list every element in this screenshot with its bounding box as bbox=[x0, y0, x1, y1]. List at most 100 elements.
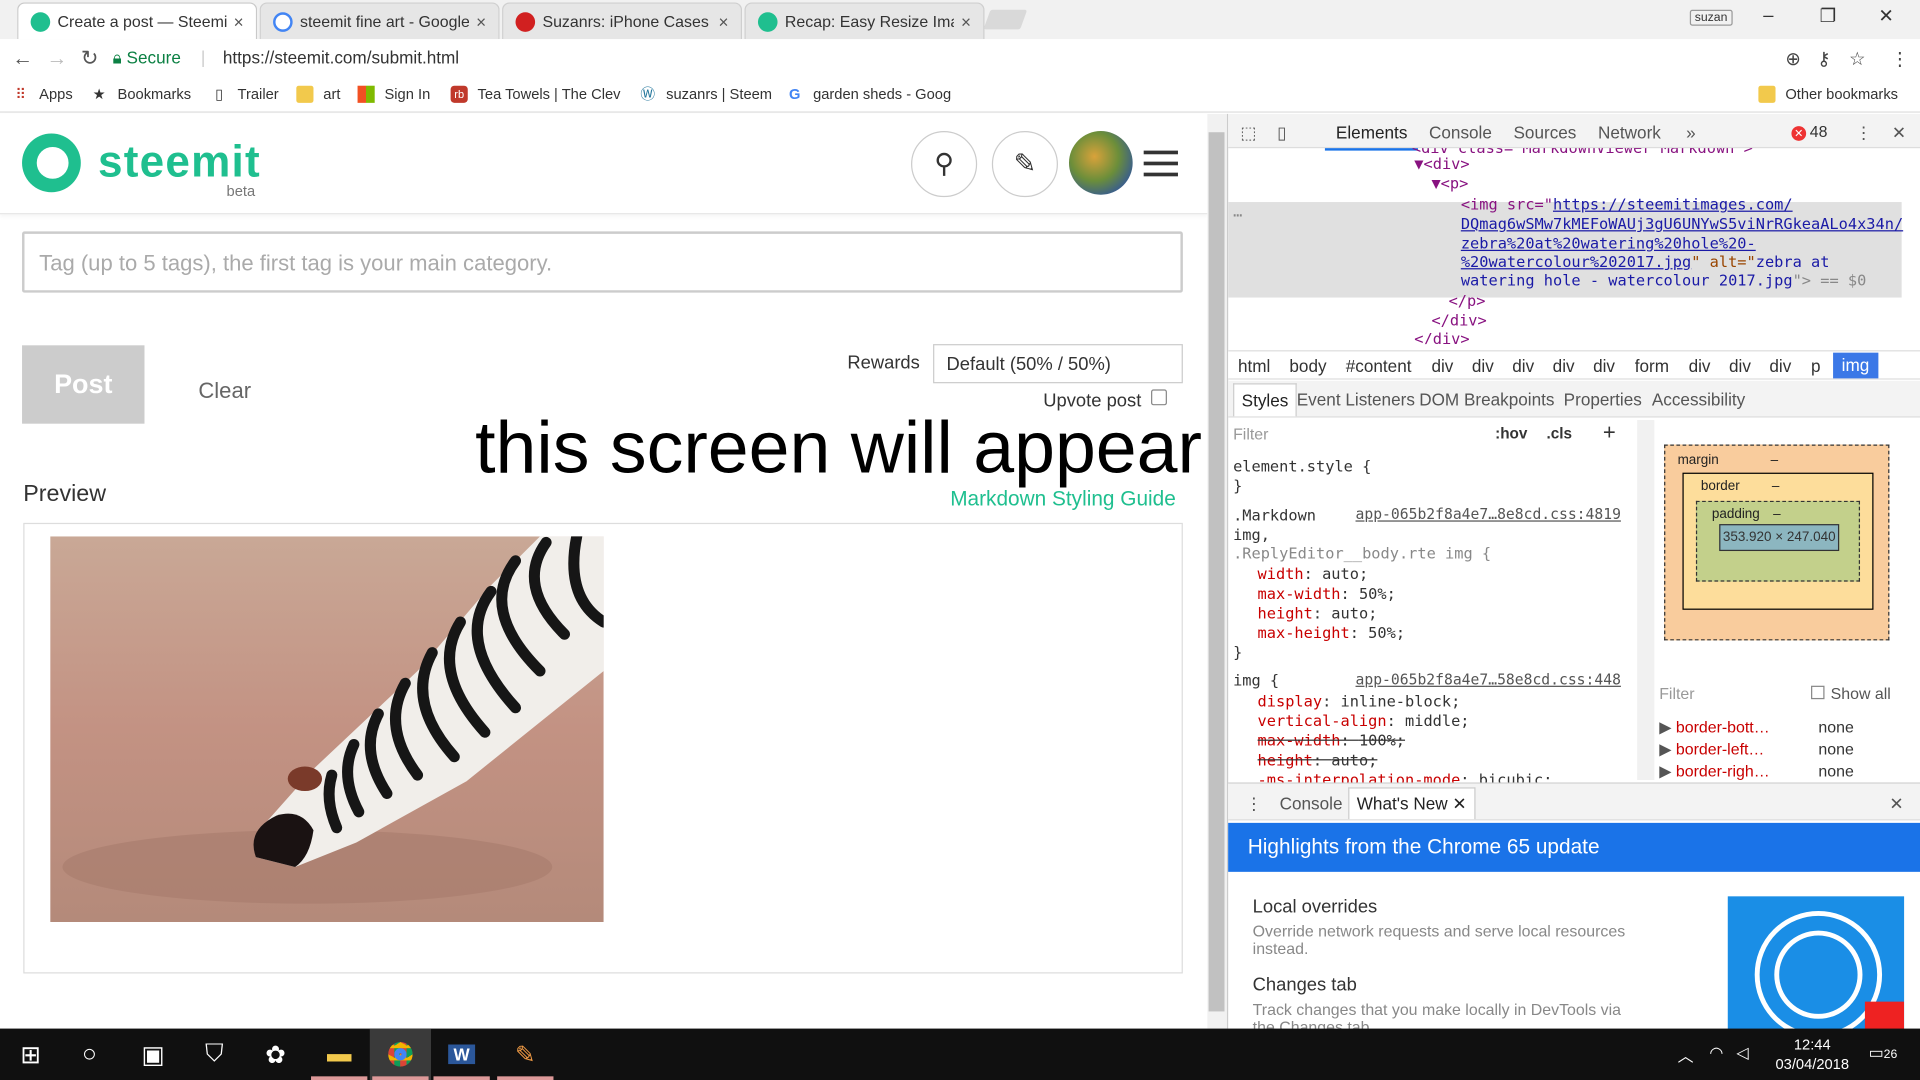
markdown-guide-link[interactable]: Markdown Styling Guide bbox=[950, 487, 1176, 511]
wifi-icon[interactable]: ◠ bbox=[1709, 1043, 1723, 1063]
tab-event-listeners[interactable]: Event Listeners bbox=[1297, 389, 1415, 409]
dom-line-img[interactable]: <img src="https://steemitimages.com/ bbox=[1461, 195, 1793, 213]
css-prop-name[interactable]: width bbox=[1258, 564, 1304, 582]
img-src-link[interactable]: %20watercolour%202017.jpg bbox=[1461, 252, 1691, 270]
back-arrow-icon[interactable]: ← bbox=[12, 47, 33, 71]
close-icon[interactable]: ✕ bbox=[1452, 793, 1466, 813]
chrome-icon[interactable] bbox=[369, 1028, 432, 1080]
tab-accessibility[interactable]: Accessibility bbox=[1652, 389, 1745, 409]
zoom-icon[interactable]: ⊕ bbox=[1785, 48, 1800, 70]
bookmark-trailer[interactable]: ▯ Trailer bbox=[211, 86, 279, 103]
omnibox[interactable]: 🔒︎ Secure | https://steemit.com/submit.h… bbox=[112, 44, 1909, 74]
computed-prop[interactable]: ▶ border-righ… none bbox=[1659, 762, 1854, 782]
tab-network[interactable]: Network bbox=[1598, 122, 1661, 142]
tab-google-search[interactable]: steemit fine art - Google × bbox=[259, 2, 500, 40]
breadcrumb-item[interactable]: body bbox=[1289, 356, 1326, 376]
tab-properties[interactable]: Properties bbox=[1564, 389, 1642, 409]
tab-recap[interactable]: Recap: Easy Resize Image × bbox=[744, 2, 985, 40]
whats-new-item-title[interactable]: Changes tab bbox=[1253, 975, 1357, 996]
tab-console[interactable]: Console bbox=[1429, 122, 1492, 142]
bookmark-tea-towels[interactable]: rb Tea Towels | The Clev bbox=[450, 85, 620, 103]
tab-close-icon[interactable]: × bbox=[961, 12, 971, 32]
clear-button[interactable]: Clear bbox=[198, 378, 251, 404]
breadcrumb-item[interactable]: form bbox=[1635, 356, 1669, 376]
computed-prop[interactable]: ▶ border-bott… none bbox=[1659, 718, 1854, 738]
css-prop-value[interactable]: auto; bbox=[1322, 564, 1368, 582]
windows-start-icon[interactable]: ⊞ bbox=[0, 1029, 61, 1080]
content-size[interactable]: 353.920 × 247.040 bbox=[1719, 524, 1840, 552]
devtools-close-icon[interactable]: ✕ bbox=[1892, 122, 1906, 143]
breadcrumb-item[interactable]: div bbox=[1689, 356, 1711, 376]
dom-line[interactable]: ▼<div> bbox=[1414, 154, 1469, 172]
dom-line[interactable]: </div> bbox=[1431, 311, 1486, 329]
styles-scrollbar[interactable] bbox=[1637, 420, 1655, 781]
bookmark-sign-in[interactable]: Sign In bbox=[357, 85, 430, 103]
profile-badge[interactable]: suzan bbox=[1689, 9, 1733, 26]
post-button[interactable]: Post bbox=[22, 345, 145, 424]
img-src-link[interactable]: zebra%20at%20watering%20hole%20- bbox=[1461, 234, 1756, 252]
tab-redbubble[interactable]: Suzanrs: iPhone Cases & × bbox=[502, 2, 743, 40]
tray-expand-icon[interactable]: ︿ bbox=[1678, 1043, 1694, 1066]
upvote-checkbox[interactable] bbox=[1151, 389, 1167, 406]
device-toolbar-icon[interactable]: ▯ bbox=[1277, 122, 1286, 143]
steemit-logo-icon[interactable] bbox=[22, 133, 81, 193]
css-prop-name[interactable]: height bbox=[1258, 751, 1313, 769]
search-button[interactable]: ⚲ bbox=[911, 131, 978, 198]
write-post-button[interactable]: ✎ bbox=[991, 131, 1058, 198]
css-prop-value[interactable]: 50%; bbox=[1359, 584, 1396, 602]
css-prop-value[interactable]: auto; bbox=[1331, 751, 1377, 769]
cls-button[interactable]: .cls bbox=[1547, 425, 1573, 442]
computed-filter-input[interactable]: Filter bbox=[1659, 684, 1694, 702]
show-all-checkbox[interactable]: Show all bbox=[1811, 684, 1891, 703]
rule-selector[interactable]: .ReplyEditor__body.rte img { bbox=[1233, 544, 1491, 562]
inspect-element-icon[interactable]: ⬚ bbox=[1240, 122, 1256, 143]
css-prop-value[interactable]: inline-block; bbox=[1341, 692, 1461, 710]
bookmark-bookmarks[interactable]: ★ Bookmarks bbox=[91, 86, 191, 103]
margin-value[interactable]: – bbox=[1771, 453, 1779, 468]
css-prop-value[interactable]: 50%; bbox=[1368, 623, 1405, 641]
error-counter[interactable]: ✕ 48 bbox=[1791, 122, 1828, 141]
page-scrollbar-thumb[interactable] bbox=[1208, 132, 1225, 1012]
breadcrumb-item[interactable]: div bbox=[1593, 356, 1615, 376]
menu-kebab-icon[interactable]: ⋮ bbox=[1891, 48, 1909, 70]
drawer-tab-console[interactable]: Console bbox=[1280, 793, 1343, 813]
css-prop-name[interactable]: max-width bbox=[1258, 731, 1341, 749]
computed-prop[interactable]: ▶ border-left… none bbox=[1659, 740, 1854, 760]
padding-value[interactable]: – bbox=[1773, 507, 1781, 522]
file-explorer-icon[interactable]: ▬ bbox=[309, 1029, 370, 1080]
breadcrumb-item[interactable]: div bbox=[1729, 356, 1751, 376]
css-prop-value[interactable]: middle; bbox=[1405, 711, 1470, 729]
bookmark-apps[interactable]: ⠿ Apps bbox=[12, 86, 72, 103]
rule-selector[interactable]: img, bbox=[1233, 525, 1270, 543]
security-shield-icon[interactable]: ⛉ bbox=[184, 1029, 245, 1080]
contacts-icon[interactable]: ▣ bbox=[122, 1029, 183, 1080]
tab-close-icon[interactable]: × bbox=[476, 12, 486, 32]
minimize-button[interactable]: – bbox=[1763, 5, 1773, 26]
bookmark-star-icon[interactable]: ☆ bbox=[1849, 48, 1865, 70]
dom-line[interactable]: </p> bbox=[1449, 291, 1486, 309]
art-app-icon[interactable]: ✎ bbox=[495, 1029, 556, 1080]
img-src-link[interactable]: https://steemitimages.com/ bbox=[1553, 195, 1793, 213]
bookmark-garden-sheds[interactable]: Ggarden sheds - Goog bbox=[786, 86, 951, 103]
tab-close-icon[interactable]: × bbox=[234, 12, 244, 32]
dom-line[interactable]: ▼<p> bbox=[1431, 174, 1468, 192]
tab-close-icon[interactable]: × bbox=[719, 12, 729, 32]
drawer-close-icon[interactable]: ✕ bbox=[1889, 793, 1903, 814]
breadcrumb-item[interactable]: div bbox=[1553, 356, 1575, 376]
avatar[interactable] bbox=[1068, 131, 1133, 195]
secure-indicator[interactable]: 🔒︎ Secure bbox=[113, 48, 181, 69]
rule-source-link[interactable]: app-065b2f8a4e7…58e8cd.css:448 bbox=[1356, 671, 1621, 688]
element-style-rule[interactable]: element.style { bbox=[1233, 457, 1371, 475]
bookmark-suzanrs[interactable]: Ⓦsuzanrs | Steem bbox=[639, 86, 772, 103]
breadcrumb-item[interactable]: div bbox=[1769, 356, 1791, 376]
css-prop-value[interactable]: 100%; bbox=[1359, 731, 1405, 749]
breadcrumb-item[interactable]: div bbox=[1431, 356, 1453, 376]
styles-filter-input[interactable]: Filter bbox=[1233, 425, 1268, 443]
bookmark-art[interactable]: art bbox=[296, 85, 340, 103]
drawer-tab-whats-new[interactable]: What's New ✕ bbox=[1348, 787, 1476, 820]
devtools-menu-icon[interactable]: ⋮ bbox=[1855, 122, 1872, 143]
cortana-icon[interactable]: ○ bbox=[59, 1029, 120, 1080]
notifications-icon[interactable]: ▭26 bbox=[1869, 1043, 1898, 1063]
border-value[interactable]: – bbox=[1772, 479, 1780, 494]
breadcrumb-item[interactable]: p bbox=[1811, 356, 1821, 376]
